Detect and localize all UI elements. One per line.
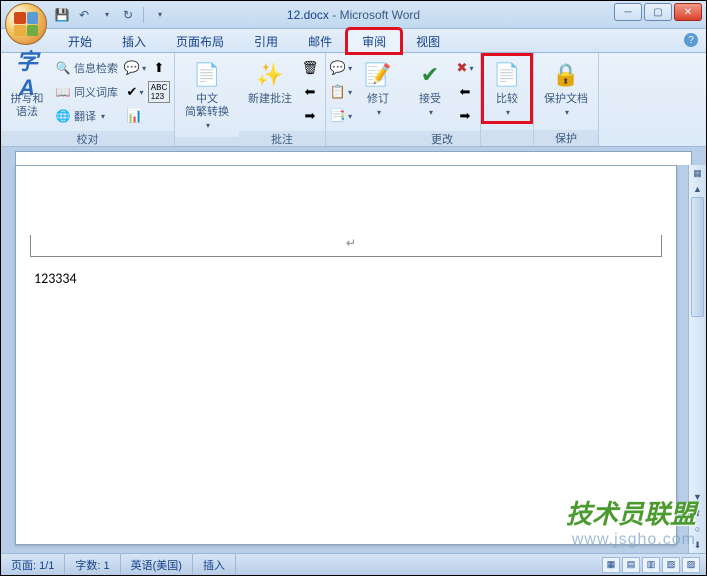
undo-dropdown[interactable]: [97, 6, 115, 24]
app-name: Microsoft Word: [340, 8, 420, 22]
group-changes-label: 更改: [404, 131, 480, 147]
group-comments-label: 批注: [239, 131, 325, 147]
tab-review[interactable]: 审阅: [347, 29, 401, 53]
status-words[interactable]: 字数: 1: [65, 554, 120, 575]
prev-page-icon[interactable]: ⬆: [689, 505, 706, 521]
scroll-up-icon[interactable]: ▲: [689, 181, 706, 197]
close-button[interactable]: ✕: [674, 3, 702, 21]
translate-button[interactable]: 🌐翻译: [51, 105, 122, 127]
next-page-icon[interactable]: ⬇: [689, 537, 706, 553]
document-area: ↵ 123334 ▦ ▲ ▼ ⬆ ○ ⬇: [1, 165, 706, 553]
compare-button[interactable]: 📄 比较: [485, 57, 529, 120]
word-count-icon[interactable]: 📊: [124, 105, 146, 127]
office-logo-icon: [14, 12, 38, 36]
research-icon: 🔍: [55, 60, 71, 76]
browse-object-icon[interactable]: ○: [689, 521, 706, 537]
maximize-button[interactable]: ▢: [644, 3, 672, 21]
group-comments: ✨ 新建批注 🗑 ⬅ ➡ 批注: [239, 53, 326, 146]
compare-icon: 📄: [491, 59, 523, 91]
protect-button[interactable]: 🔒 保护文档: [538, 57, 594, 120]
ruler-toggle-icon[interactable]: ▦: [689, 165, 706, 181]
new-comment-button[interactable]: ✨ 新建批注: [243, 57, 297, 108]
ruler-area: [1, 147, 706, 167]
tab-insert[interactable]: 插入: [107, 29, 161, 53]
language-icon[interactable]: ✔: [124, 81, 146, 103]
web-view-icon[interactable]: ▥: [642, 557, 660, 573]
accept-icon: ✔: [414, 59, 446, 91]
print-layout-view-icon[interactable]: ▦: [602, 557, 620, 573]
office-button[interactable]: [5, 3, 47, 45]
vertical-scrollbar[interactable]: ▦ ▲ ▼ ⬆ ○ ⬇: [688, 165, 706, 553]
spelling-icon: 字A: [11, 59, 43, 91]
next-comment-icon[interactable]: ➡: [299, 105, 321, 127]
group-proofing-label: 校对: [1, 131, 174, 147]
save-icon[interactable]: 💾: [53, 6, 71, 24]
status-mode[interactable]: 插入: [193, 554, 236, 575]
next-change-icon[interactable]: ➡: [454, 105, 476, 127]
margin-guide: [30, 256, 662, 257]
tab-view[interactable]: 视图: [401, 29, 455, 53]
research-button[interactable]: 🔍信息检索: [51, 57, 122, 79]
group-protect: 🔒 保护文档 保护: [534, 53, 599, 146]
reviewing-pane-icon[interactable]: 📑: [330, 105, 352, 127]
cn-convert-button[interactable]: 📄 中文 简繁转换: [179, 57, 235, 133]
redo-icon[interactable]: ↻: [119, 6, 137, 24]
group-proofing: 字A 拼写和 语法 🔍信息检索 📖同义词库 🌐翻译 💬 ✔ 📊 ⬆ ABC123…: [1, 53, 175, 146]
abc-icon[interactable]: ABC123: [148, 81, 170, 103]
prev-change-icon[interactable]: ⬅: [454, 81, 476, 103]
status-language[interactable]: 英语(美国): [121, 554, 193, 575]
protect-icon: 🔒: [550, 59, 582, 91]
prev-comment-icon[interactable]: ⬅: [299, 81, 321, 103]
balloons-icon[interactable]: 💬: [330, 57, 352, 79]
group-compare: 📄 比较: [481, 53, 534, 146]
titlebar: 💾 ↶ ↻ 12.docx - Microsoft Word ─ ▢ ✕: [1, 1, 706, 29]
group-changes: ✔ 接受 ✖ ⬅ ➡ 更改: [404, 53, 481, 146]
status-page[interactable]: 页面: 1/1: [1, 554, 65, 575]
new-comment-icon: ✨: [254, 59, 286, 91]
spelling-button[interactable]: 字A 拼写和 语法: [5, 57, 49, 121]
ribbon-tabs: 开始 插入 页面布局 引用 邮件 审阅 视图 ?: [1, 29, 706, 53]
group-tracking: 💬 📋 📑 📝 修订: [326, 53, 404, 146]
translate-icon: 🌐: [55, 108, 71, 124]
thesaurus-button[interactable]: 📖同义词库: [51, 81, 122, 103]
help-icon[interactable]: ?: [684, 33, 698, 47]
qat-customize[interactable]: [150, 6, 168, 24]
accept-button[interactable]: ✔ 接受: [408, 57, 452, 120]
undo-icon[interactable]: ↶: [75, 6, 93, 24]
fullscreen-view-icon[interactable]: ▤: [622, 557, 640, 573]
scroll-thumb[interactable]: [691, 197, 704, 317]
statusbar: 页面: 1/1 字数: 1 英语(美国) 插入 ▦ ▤ ▥ ▧ ▨: [1, 553, 706, 575]
cn-convert-icon: 📄: [191, 59, 223, 91]
reject-icon[interactable]: ✖: [454, 57, 476, 79]
markup-icon[interactable]: 📋: [330, 81, 352, 103]
group-protect-label: 保护: [534, 130, 598, 146]
delete-comment-icon[interactable]: 🗑: [299, 57, 321, 79]
ribbon: 字A 拼写和 语法 🔍信息检索 📖同义词库 🌐翻译 💬 ✔ 📊 ⬆ ABC123…: [1, 53, 706, 147]
page[interactable]: ↵ 123334: [15, 165, 677, 545]
track-changes-button[interactable]: 📝 修订: [356, 57, 400, 120]
track-icon: 📝: [362, 59, 394, 91]
window-title: 12.docx - Microsoft Word: [287, 8, 420, 22]
thesaurus-icon: 📖: [55, 84, 71, 100]
update-ime-icon[interactable]: ⬆: [148, 57, 170, 79]
minimize-button[interactable]: ─: [614, 3, 642, 21]
tab-references[interactable]: 引用: [239, 29, 293, 53]
paragraph-mark-icon: ↵: [346, 236, 356, 250]
translation-tip-icon[interactable]: 💬: [124, 57, 146, 79]
tab-mail[interactable]: 邮件: [293, 29, 347, 53]
draft-view-icon[interactable]: ▨: [682, 557, 700, 573]
tab-start[interactable]: 开始: [53, 29, 107, 53]
document-text[interactable]: 123334: [34, 270, 77, 287]
group-cn-convert: 📄 中文 简繁转换: [175, 53, 239, 146]
scroll-down-icon[interactable]: ▼: [689, 489, 706, 505]
outline-view-icon[interactable]: ▧: [662, 557, 680, 573]
quick-access-toolbar: 💾 ↶ ↻: [53, 6, 168, 24]
tab-layout[interactable]: 页面布局: [161, 29, 239, 53]
doc-filename: 12.docx: [287, 8, 329, 22]
